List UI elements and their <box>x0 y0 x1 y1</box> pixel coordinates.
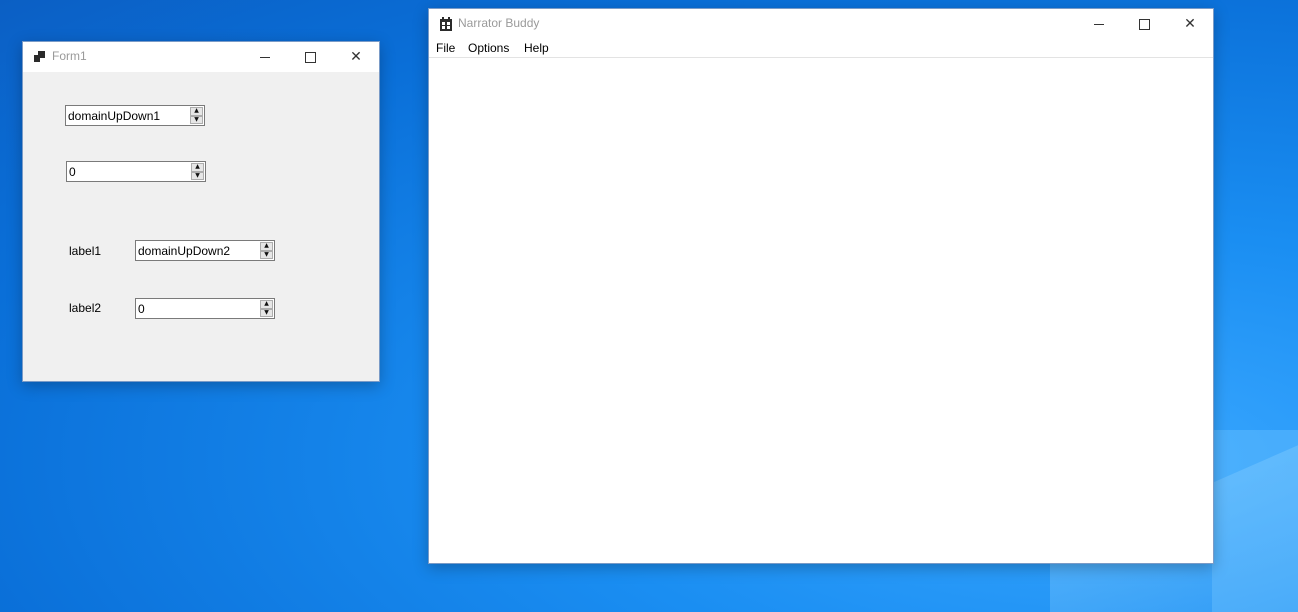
domain-up-down-2-value: domainUpDown2 <box>138 244 231 258</box>
domain-up-down-1-value: domainUpDown1 <box>68 109 161 123</box>
label1: label1 <box>69 244 102 258</box>
minimize-button[interactable] <box>242 42 288 72</box>
numeric-up-down-1[interactable]: 0 ▲ ▼ <box>66 161 206 182</box>
close-icon: ✕ <box>1184 16 1196 32</box>
form1-window[interactable]: Form1 ✕ domainUpDown1 ▲ ▼ 0 ▲ ▼ label1 d… <box>22 41 380 382</box>
minimize-button[interactable] <box>1076 9 1122 39</box>
menu-options[interactable]: Options <box>468 41 509 55</box>
form-app-icon <box>34 51 45 62</box>
narrator-buddy-window[interactable]: Narrator Buddy ✕ File Options Help <box>428 8 1214 564</box>
numeric-up-down-2[interactable]: 0 ▲ ▼ <box>135 298 275 319</box>
spin-up-button[interactable]: ▲ <box>191 163 204 172</box>
spin-down-button[interactable]: ▼ <box>190 115 203 124</box>
numeric-up-down-2-value: 0 <box>138 302 145 316</box>
numeric-up-down-1-value: 0 <box>69 165 76 179</box>
form1-titlebar[interactable]: Form1 ✕ <box>23 42 379 72</box>
spin-down-button[interactable]: ▼ <box>191 171 204 180</box>
maximize-icon <box>304 51 316 63</box>
close-button[interactable]: ✕ <box>333 42 379 72</box>
narrator-menubar: File Options Help <box>429 39 1213 58</box>
narrator-titlebar[interactable]: Narrator Buddy ✕ <box>429 9 1213 39</box>
narrator-content-area <box>429 58 1213 563</box>
maximize-button[interactable] <box>1121 9 1167 39</box>
spin-down-button[interactable]: ▼ <box>260 250 273 259</box>
maximize-button[interactable] <box>287 42 333 72</box>
spin-down-button[interactable]: ▼ <box>260 308 273 317</box>
label2: label2 <box>69 301 102 315</box>
close-button[interactable]: ✕ <box>1167 9 1213 39</box>
menu-help[interactable]: Help <box>524 41 549 55</box>
narrator-title: Narrator Buddy <box>458 16 540 30</box>
maximize-icon <box>1138 18 1150 30</box>
menu-file[interactable]: File <box>436 41 455 55</box>
spin-up-button[interactable]: ▲ <box>260 242 273 251</box>
close-icon: ✕ <box>350 49 362 65</box>
wallpaper-light-panel <box>1212 430 1298 612</box>
form1-title: Form1 <box>52 49 87 63</box>
domain-up-down-2[interactable]: domainUpDown2 ▲ ▼ <box>135 240 275 261</box>
spin-up-button[interactable]: ▲ <box>260 300 273 309</box>
narrator-app-icon <box>440 16 452 31</box>
spin-up-button[interactable]: ▲ <box>190 107 203 116</box>
desktop: Form1 ✕ domainUpDown1 ▲ ▼ 0 ▲ ▼ label1 d… <box>0 0 1298 612</box>
domain-up-down-1[interactable]: domainUpDown1 ▲ ▼ <box>65 105 205 126</box>
minimize-icon <box>260 56 270 58</box>
minimize-icon <box>1094 23 1104 25</box>
